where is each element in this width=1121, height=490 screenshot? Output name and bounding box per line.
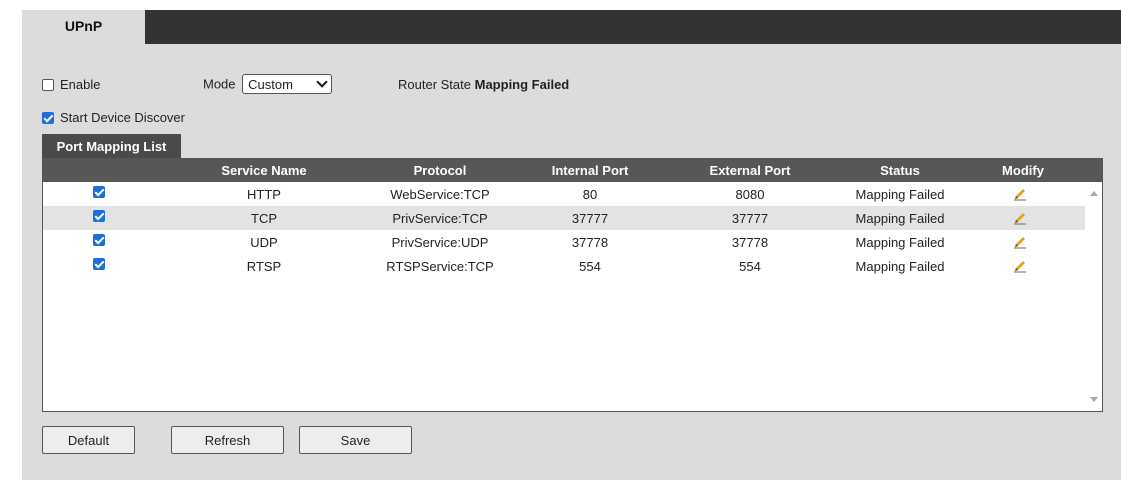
status-cell: Mapping Failed — [855, 186, 945, 202]
table-header: Service Name Protocol Internal Port Exte… — [43, 159, 1102, 182]
mode-label: Mode — [203, 76, 236, 92]
row-checkbox[interactable] — [93, 258, 105, 270]
pencil-icon[interactable] — [1013, 211, 1027, 225]
internal-port-cell: 37778 — [571, 234, 609, 250]
row-checkbox-cell — [79, 230, 119, 254]
header-modify: Modify — [1002, 163, 1044, 178]
status-cell: Mapping Failed — [855, 258, 945, 274]
mode-select-value: Custom — [248, 76, 293, 92]
status-cell: Mapping Failed — [855, 234, 945, 250]
row-checkbox[interactable] — [93, 234, 105, 246]
default-button[interactable]: Default — [42, 426, 135, 454]
tab-upnp[interactable]: UPnP — [22, 10, 145, 46]
scroll-up-arrow-icon[interactable] — [1090, 191, 1098, 196]
pencil-icon[interactable] — [1013, 259, 1027, 273]
protocol-cell: PrivService:TCP — [392, 210, 488, 226]
table-row[interactable]: TCP PrivService:TCP 37777 37777 Mapping … — [43, 206, 1085, 230]
service-name-cell: RTSP — [246, 258, 282, 274]
status-cell: Mapping Failed — [855, 210, 945, 226]
internal-port-cell: 80 — [582, 186, 598, 202]
row-checkbox[interactable] — [93, 186, 105, 198]
row-checkbox-cell — [79, 254, 119, 278]
mode-control: Mode Custom — [203, 74, 333, 94]
protocol-cell: RTSPService:TCP — [386, 258, 494, 274]
table-row[interactable]: UDP PrivService:UDP 37778 37778 Mapping … — [43, 230, 1085, 254]
table-scrollbar[interactable] — [1085, 182, 1102, 411]
header-protocol: Protocol — [413, 163, 467, 178]
external-port-cell: 554 — [739, 258, 761, 274]
row-checkbox-cell — [79, 206, 119, 230]
service-name-cell: UDP — [250, 234, 278, 250]
internal-port-cell: 554 — [579, 258, 601, 274]
external-port-cell: 37777 — [731, 210, 769, 226]
modify-cell — [985, 182, 1055, 206]
port-mapping-table: Service Name Protocol Internal Port Exte… — [42, 158, 1103, 412]
pencil-icon[interactable] — [1013, 235, 1027, 249]
row-checkbox[interactable] — [93, 210, 105, 222]
tab-port-mapping-list[interactable]: Port Mapping List — [42, 134, 181, 158]
protocol-cell: PrivService:UDP — [391, 234, 489, 250]
start-discover-label: Start Device Discover — [60, 110, 185, 126]
header-external-port: External Port — [709, 163, 791, 178]
header-internal-port: Internal Port — [551, 163, 629, 178]
settings-row: Enable Mode Custom Router State Mapping … — [42, 74, 1042, 94]
enable-checkbox[interactable] — [42, 78, 54, 91]
protocol-cell: WebService:TCP — [390, 186, 490, 202]
top-tab-bar — [22, 10, 1121, 44]
chevron-down-icon — [316, 76, 328, 88]
enable-control[interactable]: Enable — [42, 76, 100, 92]
modify-cell — [985, 254, 1055, 278]
enable-label: Enable — [60, 77, 101, 93]
external-port-cell: 37778 — [731, 234, 769, 250]
external-port-cell: 8080 — [735, 186, 765, 202]
pencil-icon[interactable] — [1013, 187, 1027, 201]
upnp-panel: UPnP Enable Mode Custom Router State Map… — [22, 10, 1121, 480]
modify-cell — [985, 230, 1055, 254]
refresh-button[interactable]: Refresh — [171, 426, 284, 454]
header-service-name: Service Name — [221, 163, 307, 178]
start-discover-control[interactable]: Start Device Discover — [42, 109, 185, 125]
router-state-value: Mapping Failed — [474, 77, 570, 92]
table-row[interactable]: HTTP WebService:TCP 80 8080 Mapping Fail… — [43, 182, 1085, 206]
header-status: Status — [880, 163, 920, 178]
router-state-label: Router State — [398, 77, 471, 92]
table-row[interactable]: RTSP RTSPService:TCP 554 554 Mapping Fai… — [43, 254, 1085, 278]
service-name-cell: TCP — [251, 210, 277, 226]
scroll-down-arrow-icon[interactable] — [1090, 397, 1098, 402]
row-checkbox-cell — [79, 182, 119, 206]
service-name-cell: HTTP — [247, 186, 281, 202]
mode-select[interactable]: Custom — [242, 74, 333, 94]
router-state: Router State Mapping Failed — [398, 77, 569, 92]
internal-port-cell: 37777 — [571, 210, 609, 226]
modify-cell — [985, 206, 1055, 230]
save-button[interactable]: Save — [299, 426, 412, 454]
start-discover-checkbox[interactable] — [42, 111, 54, 124]
